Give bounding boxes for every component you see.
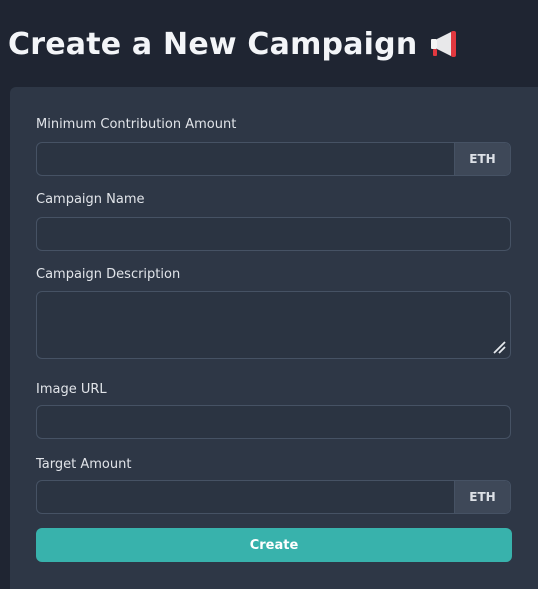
min-contribution-group: ETH: [36, 142, 511, 176]
image-url-group: [36, 405, 511, 439]
min-contribution-label: Minimum Contribution Amount: [36, 117, 237, 132]
min-contribution-eth-addon: ETH: [454, 143, 510, 175]
min-contribution-input[interactable]: [37, 143, 454, 175]
campaign-description-textarea[interactable]: [37, 292, 510, 358]
page-title: Create a New Campaign: [8, 24, 459, 64]
campaign-name-group: [36, 217, 511, 251]
target-amount-input[interactable]: [37, 481, 454, 513]
target-amount-eth-addon: ETH: [454, 481, 510, 513]
image-url-input[interactable]: [37, 406, 510, 438]
target-amount-group: ETH: [36, 480, 511, 514]
resize-handle-icon[interactable]: [492, 340, 506, 354]
campaign-name-label: Campaign Name: [36, 192, 145, 207]
campaign-description-label: Campaign Description: [36, 267, 181, 282]
megaphone-icon: [431, 31, 457, 57]
image-url-label: Image URL: [36, 382, 107, 397]
create-button[interactable]: Create: [36, 528, 512, 562]
target-amount-label: Target Amount: [36, 457, 132, 472]
campaign-description-group: [36, 291, 511, 359]
campaign-form-card: Minimum Contribution Amount ETH Campaign…: [10, 87, 538, 589]
campaign-name-input[interactable]: [37, 218, 510, 250]
page-title-text: Create a New Campaign: [8, 26, 418, 62]
